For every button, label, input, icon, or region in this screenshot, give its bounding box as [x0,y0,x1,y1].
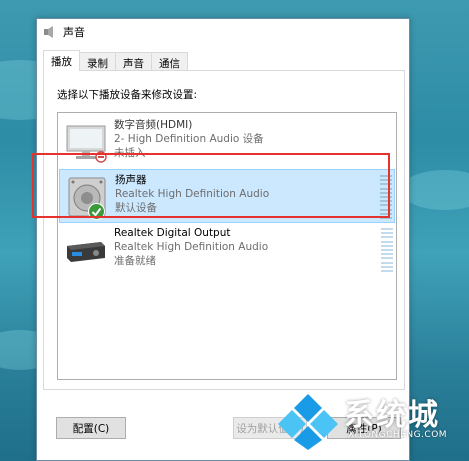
device-name: Realtek Digital Output [114,227,231,239]
watermark-brand: 系统城 [344,398,440,433]
watermark-site: XITONGCHENG.COM [348,430,448,440]
volume-meter [381,228,393,272]
device-status: 准备就绪 [114,255,156,267]
playback-panel: 选择以下播放设备来修改设置: 数字音频(HDMI) 2- High Defini [43,70,405,390]
watermark-logo-icon [278,392,338,453]
speaker-icon [43,25,57,39]
configure-button[interactable]: 配置(C) [56,417,126,439]
tab-sounds[interactable]: 声音 [115,52,152,71]
window-title: 声音 [63,26,85,39]
tab-bar: 播放 录制 声音 通信 [43,50,188,71]
device-driver: 2- High Definition Audio 设备 [114,133,264,145]
tab-recording[interactable]: 录制 [79,52,116,71]
device-driver: Realtek High Definition Audio [114,241,269,253]
title-bar: 声音 [37,19,409,45]
watermark: 系统城 XITONGCHENG.COM [278,388,469,461]
tab-playback[interactable]: 播放 [43,50,80,71]
device-name: 数字音频(HDMI) [114,119,193,131]
highlight-box [32,153,390,218]
receiver-icon [64,228,108,272]
tab-communications[interactable]: 通信 [151,52,188,71]
device-item-digital-output[interactable]: Realtek Digital Output Realtek High Defi… [59,223,395,277]
instruction-text: 选择以下播放设备来修改设置: [57,89,198,101]
